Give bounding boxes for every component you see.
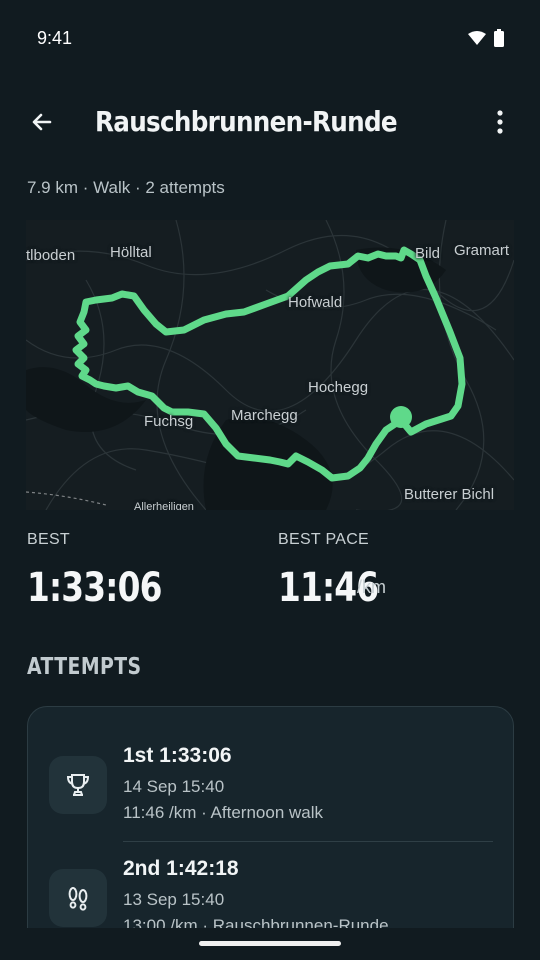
attempt-date: 14 Sep 15:40 [123, 777, 225, 796]
map-label-butterer-bichl: Butterer Bichl [404, 486, 495, 503]
map-label-marchegg: Marchegg [231, 407, 298, 424]
attempt-icon-container [49, 869, 107, 927]
map-label-bild: Bild [415, 245, 441, 262]
attempts-list: 1st 1:33:06 14 Sep 15:40 11:46 /km · Aft… [27, 706, 514, 960]
status-time: 9:41 [37, 28, 73, 48]
wifi-icon [468, 31, 486, 45]
back-button[interactable] [24, 104, 60, 140]
more-options-button[interactable] [486, 104, 514, 140]
best-pace-label: BEST PACE [278, 531, 370, 548]
attempt-row-1[interactable]: 1st 1:33:06 14 Sep 15:40 11:46 /km · Aft… [28, 707, 513, 822]
map-label-hochegg: Hochegg [308, 379, 369, 396]
route-subtitle: 7.9 km · Walk · 2 attempts [27, 178, 225, 197]
attempt-row-2[interactable]: 2nd 1:42:18 13 Sep 15:40 13:00 /km · Rau… [28, 819, 513, 935]
map-label-gramart: Gramart [454, 242, 510, 259]
home-indicator[interactable] [199, 941, 341, 946]
battery-icon [494, 29, 504, 47]
route-map[interactable]: tlboden Hölltal Hofwald Bild Gramart Hoc… [26, 220, 514, 510]
app-bar: Rauschbrunnen-Runde [0, 96, 540, 152]
attempt-rank-time: 2nd 1:42:18 [123, 857, 239, 880]
attempts-section-title: ATTEMPTS [27, 654, 142, 680]
best-time-value: 1:33:06 [27, 565, 162, 611]
trophy-icon [66, 774, 90, 796]
attempt-date: 13 Sep 15:40 [123, 890, 225, 909]
map-label-holltal: Hölltal [110, 244, 152, 261]
status-icons [468, 29, 504, 47]
map-background [26, 220, 514, 510]
map-label-fuchsg: Fuchsg [144, 413, 194, 430]
arrow-back-icon [32, 113, 52, 131]
attempt-rank-time: 1st 1:33:06 [123, 744, 232, 767]
status-bar: 9:41 [0, 0, 540, 76]
map-label-tlboden: tlboden [26, 247, 76, 264]
best-pace-unit: /km [357, 577, 386, 597]
page-title: Rauschbrunnen-Runde [95, 105, 398, 138]
map-label-allerheiligen: Allerheiligen [134, 501, 194, 510]
attempt-icon-container [49, 756, 107, 814]
more-vert-icon [497, 110, 503, 134]
footprints-icon [68, 887, 88, 911]
map-label-hofwald: Hofwald [288, 294, 343, 311]
best-time-label: BEST [27, 531, 70, 548]
